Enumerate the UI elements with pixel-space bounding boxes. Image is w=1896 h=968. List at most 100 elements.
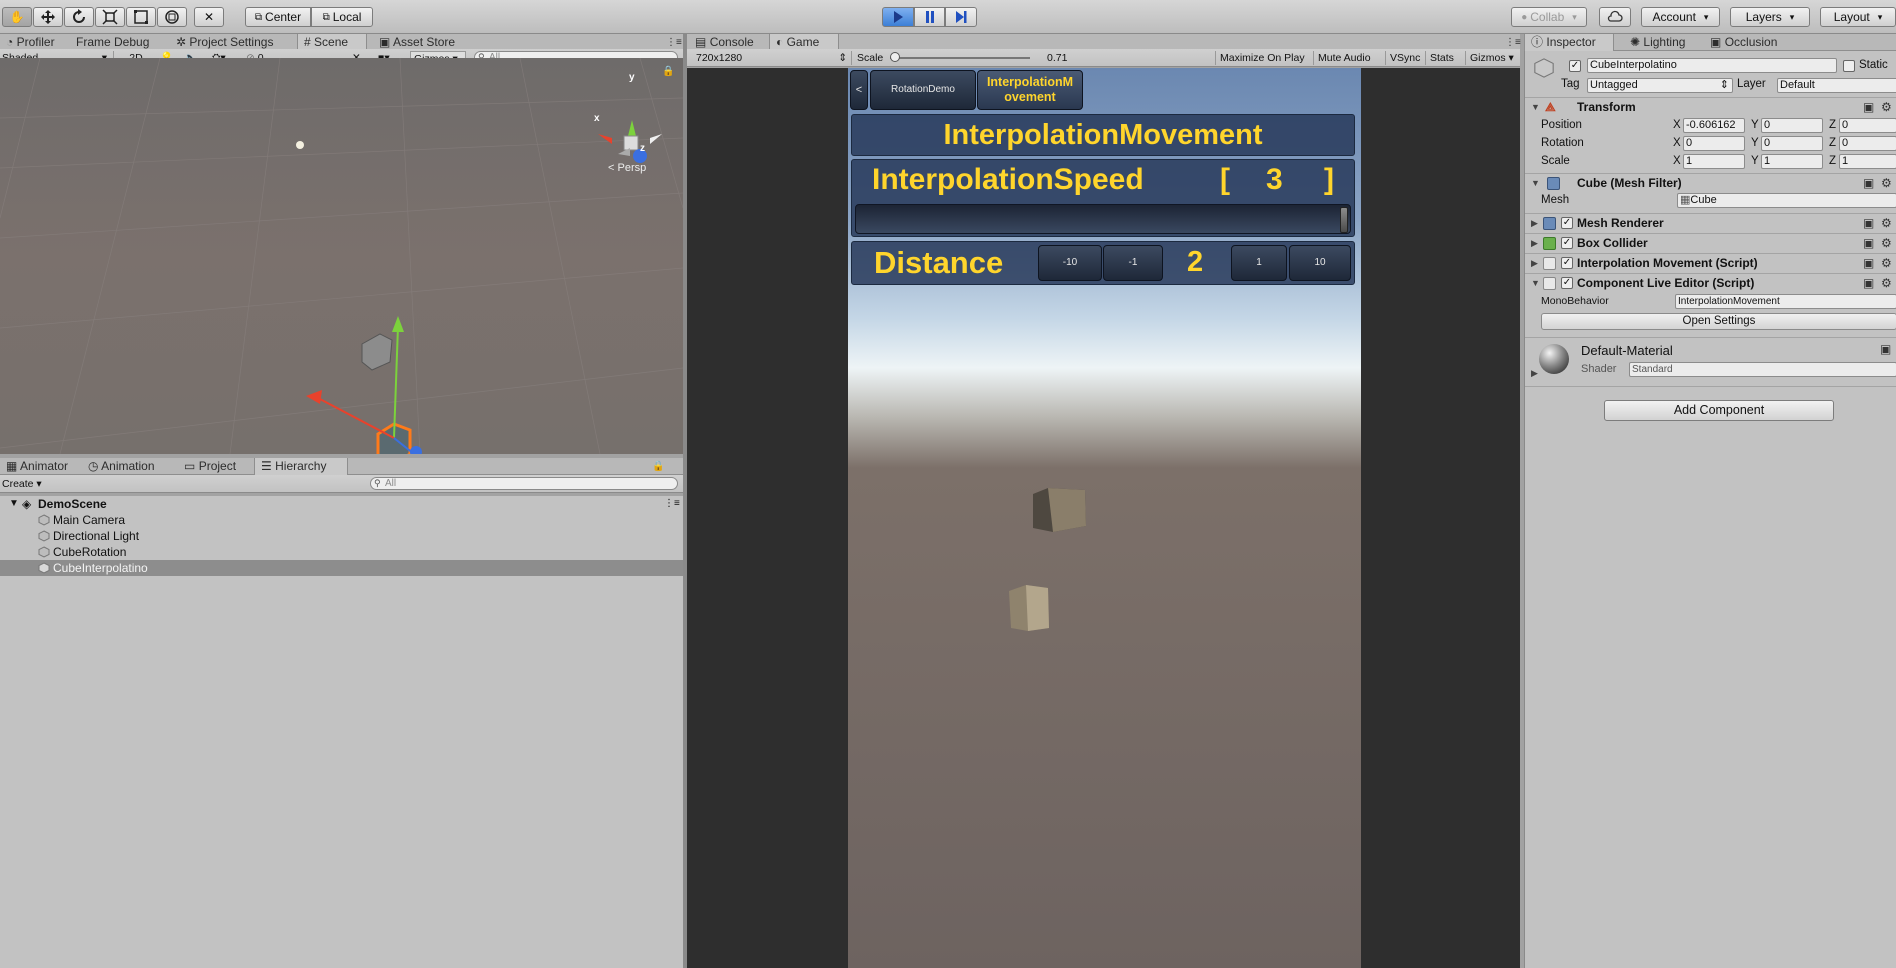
rotate-tool-button[interactable] [64,7,94,27]
gear-icon[interactable]: ⚙ [1881,234,1892,253]
transform-header[interactable]: ▼ ⟁ Transform ▣ ⚙ [1525,97,1896,116]
create-dropdown[interactable]: Create ▾ [2,477,48,491]
monobehavior-dropdown[interactable]: InterpolationMovement [1675,294,1896,309]
tab-project[interactable]: ▭ Project [178,458,253,475]
collab-button[interactable]: ● Collab [1511,7,1587,27]
scale-slider-track [890,57,1030,59]
static-label: Static [1859,59,1888,71]
help-icon[interactable]: ▣ [1863,98,1874,117]
list-item[interactable]: Directional Light [0,528,683,544]
hierarchy-panel: ▼ ◈ DemoScene ⋮≡ Main Camera Directional… [0,496,683,968]
tab-inspector[interactable]: ⓘ Inspector [1524,34,1614,51]
maximize-on-play-toggle[interactable]: Maximize On Play [1215,51,1313,65]
layer-dropdown[interactable]: Default [1777,78,1896,93]
mesh-field[interactable]: ▦Cube [1677,193,1896,208]
position-y-field[interactable]: 0 [1761,118,1823,133]
resolution-dropdown[interactable]: 720x1280 ⇕ [696,51,852,65]
hierarchy-tabbar: ▦ Animator ◷ Animation ▭ Project ☰ Hiera… [0,458,683,489]
object-name-field[interactable]: CubeInterpolatino [1587,58,1837,73]
help-icon[interactable]: ▣ [1863,254,1874,273]
list-item-label: CubeInterpolatino [53,561,148,575]
axis-y-label: y [629,72,635,83]
tab-occlusion[interactable]: ▣ Occlusion [1704,34,1794,51]
scale-y-field[interactable]: 1 [1761,154,1823,169]
list-item[interactable]: Main Camera [0,512,683,528]
lock-icon[interactable]: 🔒 [662,66,674,77]
scale-tool-button[interactable] [95,7,125,27]
add-component-button[interactable]: Add Component [1604,400,1834,421]
vsync-toggle[interactable]: VSync [1385,51,1425,65]
step-button[interactable] [945,7,977,27]
interpolation-script-header[interactable]: ▶ ✓ Interpolation Movement (Script) ▣ ⚙ [1525,253,1896,272]
clock-icon: ◷ [88,459,99,473]
scale-slider-knob[interactable] [890,52,900,62]
mesh-renderer-checkbox[interactable]: ✓ [1561,217,1573,229]
box-collider-checkbox[interactable]: ✓ [1561,237,1573,249]
rotation-z-field[interactable]: 0 [1839,136,1896,151]
persp-label[interactable]: < Persp [608,162,646,174]
live-editor-checkbox[interactable]: ✓ [1561,277,1573,289]
scene-root[interactable]: ▼ ◈ DemoScene ⋮≡ [0,496,683,512]
scale-z-field[interactable]: 1 [1839,154,1896,169]
active-checkbox[interactable]: ✓ [1569,60,1581,72]
interpolation-script-checkbox[interactable]: ✓ [1561,257,1573,269]
rect-tool-button[interactable] [126,7,156,27]
hand-tool-button[interactable]: ✋ [2,7,32,27]
account-dropdown[interactable]: Account [1641,7,1720,27]
expand-triangle-icon[interactable]: ▶ [1531,368,1538,379]
tag-dropdown[interactable]: Untagged ⇕ [1587,78,1733,93]
tab-lighting[interactable]: ✺ Lighting [1624,34,1704,51]
custom-tool-button[interactable]: ✕ [194,7,224,27]
layout-dropdown[interactable]: Layout [1820,7,1896,27]
play-button[interactable] [882,7,914,27]
help-icon[interactable]: ▣ [1863,214,1874,233]
z-label: Z [1829,119,1837,131]
rotation-x-field[interactable]: 0 [1683,136,1745,151]
gear-icon[interactable]: ⚙ [1881,98,1892,117]
box-collider-header[interactable]: ▶ ✓ Box Collider ▣ ⚙ [1525,233,1896,252]
static-checkbox[interactable] [1843,60,1855,72]
scene-menu-icon[interactable]: ⋮≡ [664,496,680,512]
gear-icon[interactable]: ⚙ [1881,274,1892,293]
pivot-local-icon: ⧉ [322,11,330,23]
game-view[interactable]: < RotationDemo InterpolationM ovement In… [848,68,1361,968]
stats-toggle[interactable]: Stats [1425,51,1465,65]
mesh-filter-header[interactable]: ▼ Cube (Mesh Filter) ▣ ⚙ [1525,173,1896,192]
gear-icon[interactable]: ⚙ [1881,254,1892,273]
open-settings-button[interactable]: Open Settings [1541,313,1896,330]
inspector-panel: ✓ CubeInterpolatino Static Tag Untagged ⇕… [1524,51,1896,968]
pause-button[interactable] [914,7,945,27]
rotation-y-field[interactable]: 0 [1761,136,1823,151]
cloud-button[interactable] [1599,7,1631,27]
tab-hierarchy[interactable]: ☰ Hierarchy [254,458,348,475]
chevron-down-icon: ⇕ [838,52,847,64]
scale-slider[interactable] [890,51,1030,65]
profiler-icon: ◔ [6,35,14,49]
gear-icon[interactable]: ⚙ [1881,214,1892,233]
help-icon[interactable]: ▣ [1863,234,1874,253]
transform-tool-button[interactable] [157,7,187,27]
game-gizmos-dropdown[interactable]: Gizmos ▾ [1465,51,1520,65]
position-row: Position X -0.606162 Y 0 Z 0 [1525,116,1896,134]
move-tool-button[interactable] [33,7,63,27]
position-z-field[interactable]: 0 [1839,118,1896,133]
help-icon[interactable]: ▣ [1880,342,1891,356]
tab-animator[interactable]: ▦ Animator [0,458,80,475]
position-x-field[interactable]: -0.606162 [1683,118,1745,133]
live-editor-header[interactable]: ▼ ✓ Component Live Editor (Script) ▣ ⚙ [1525,273,1896,292]
pivot-center-button[interactable]: ⧉ Center [245,7,311,27]
scale-x-field[interactable]: 1 [1683,154,1745,169]
hierarchy-lock-icon[interactable]: 🔒⋮≡ [646,458,680,489]
pivot-local-button[interactable]: ⧉ Local [311,7,373,27]
list-item[interactable]: CubeRotation [0,544,683,560]
help-icon[interactable]: ▣ [1863,274,1874,293]
material-name: Default-Material [1581,343,1673,358]
mesh-renderer-header[interactable]: ▶ ✓ Mesh Renderer ▣ ⚙ [1525,213,1896,232]
list-item-selected[interactable]: CubeInterpolatino [0,560,683,576]
tab-animation[interactable]: ◷ Animation [82,458,177,475]
layers-dropdown[interactable]: Layers [1730,7,1810,27]
scene-view[interactable]: y x z 🔒 < Persp [0,58,683,454]
mute-audio-toggle[interactable]: Mute Audio [1313,51,1385,65]
shader-dropdown[interactable]: Standard [1629,362,1896,377]
hierarchy-search-input[interactable]: All [370,477,678,490]
